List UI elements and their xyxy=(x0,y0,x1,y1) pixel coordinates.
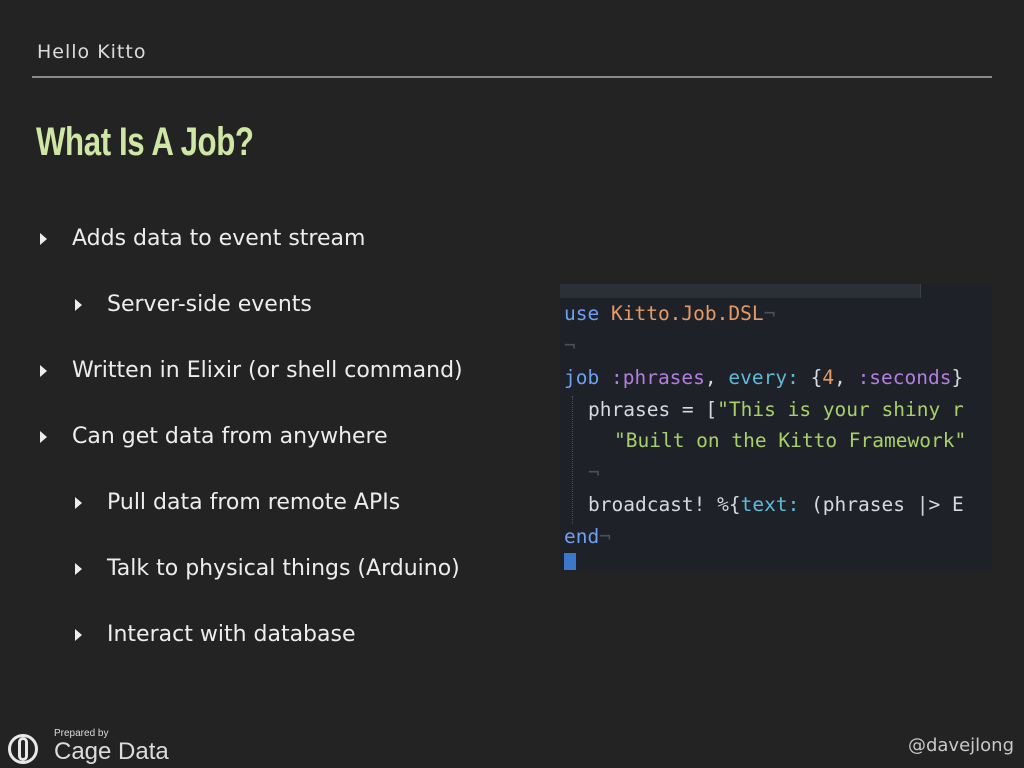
bullet-text: Adds data to event stream xyxy=(72,226,366,251)
code-key: text: xyxy=(740,493,800,516)
bullet-item: Can get data from anywhere xyxy=(40,424,388,449)
triangle-bullet-icon xyxy=(40,430,47,443)
code-line: phrases = ["This is your shiny r xyxy=(588,398,964,421)
code-punct: { xyxy=(798,366,823,389)
bullet-text: Written in Elixir (or shell command) xyxy=(72,358,463,383)
bullet-item: Pull data from remote APIs xyxy=(75,490,400,515)
editor-tab xyxy=(920,284,992,298)
logo-wordmark: Cage Data xyxy=(54,738,169,765)
code-keyword: job xyxy=(564,366,600,389)
slide-title: What Is A Job? xyxy=(36,120,254,164)
code-string: "Built on the Kitto Framework" xyxy=(614,429,967,452)
code-atom: :seconds xyxy=(857,366,952,389)
header-title: Hello Kitto xyxy=(37,41,147,63)
code-atom: :phrases xyxy=(610,366,705,389)
code-punct: , xyxy=(704,366,729,389)
bullet-item: Interact with database xyxy=(75,622,356,647)
code-keyword: end xyxy=(564,525,600,548)
code-string: "This is your shiny r xyxy=(717,398,964,421)
cage-data-logo-icon xyxy=(8,734,46,764)
code-line: broadcast! %{text: (phrases |> E xyxy=(588,493,964,516)
text-cursor xyxy=(564,553,576,570)
code-punct: , xyxy=(834,366,858,389)
code-eol-marker: ¬ xyxy=(599,525,611,548)
bullet-item: Adds data to event stream xyxy=(40,226,365,251)
cage-data-logo: Prepared by Cage Data xyxy=(8,728,169,764)
code-line: job :phrases, every: {4, :seconds} xyxy=(564,366,963,389)
code-punct: } xyxy=(951,366,964,389)
bullet-item: Talk to physical things (Arduino) xyxy=(75,556,460,581)
bullet-item: Written in Elixir (or shell command) xyxy=(40,358,463,383)
bullet-text: Server-side events xyxy=(107,292,312,317)
code-line: "Built on the Kitto Framework" xyxy=(614,429,966,452)
code-eol-marker: ¬ xyxy=(564,334,576,357)
triangle-bullet-icon xyxy=(75,298,82,311)
code-eol-marker: ¬ xyxy=(763,302,776,325)
code-line: end¬ xyxy=(564,525,611,548)
code-screenshot: use Kitto.Job.DSL¬ ¬ job :phrases, every… xyxy=(560,284,992,571)
code-key: every: xyxy=(728,366,799,389)
triangle-bullet-icon xyxy=(75,562,82,575)
header-divider xyxy=(32,76,992,78)
bullet-text: Talk to physical things (Arduino) xyxy=(107,556,460,581)
bullet-item: Server-side events xyxy=(75,292,312,317)
code-text: broadcast! %{ xyxy=(588,493,741,516)
code-line: ¬ xyxy=(564,334,576,357)
code-line: use Kitto.Job.DSL¬ xyxy=(564,302,775,325)
code-module: Kitto.Job.DSL xyxy=(610,302,764,325)
code-line: ¬ xyxy=(588,461,600,484)
triangle-bullet-icon xyxy=(75,628,82,641)
code-text: (phrases |> E xyxy=(799,493,964,516)
bullet-text: Pull data from remote APIs xyxy=(107,490,401,515)
triangle-bullet-icon xyxy=(40,364,47,377)
code-keyword: use xyxy=(564,302,600,325)
author-handle: @davejlong xyxy=(907,735,1014,756)
triangle-bullet-icon xyxy=(40,232,47,245)
bullet-text: Interact with database xyxy=(107,622,356,647)
code-eol-marker: ¬ xyxy=(588,461,600,484)
indent-guide xyxy=(572,396,573,524)
code-number: 4 xyxy=(822,366,835,389)
bullet-text: Can get data from anywhere xyxy=(72,424,388,449)
code-text: phrases = [ xyxy=(588,398,718,421)
triangle-bullet-icon xyxy=(75,496,82,509)
